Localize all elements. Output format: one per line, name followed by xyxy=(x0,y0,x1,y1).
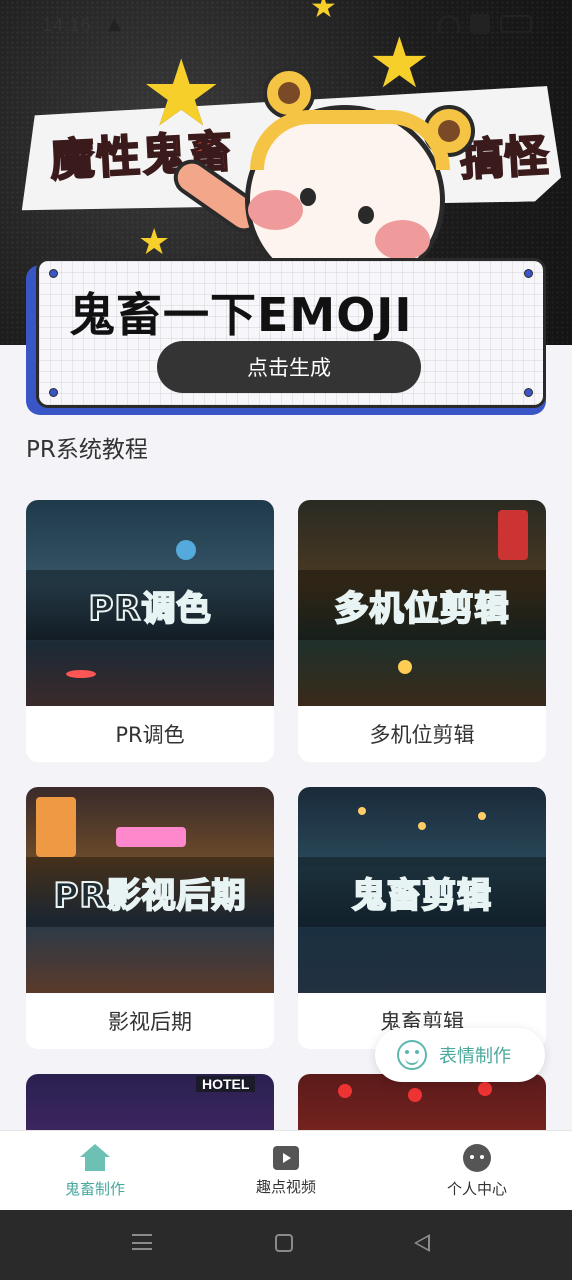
mascot-headband xyxy=(250,110,450,170)
status-bar: 14:16 ▲ xyxy=(0,0,572,50)
card-overlay-band: PR影视后期 xyxy=(26,857,274,927)
wifi-icon xyxy=(438,15,460,33)
section-title: PR系统教程 xyxy=(26,437,148,463)
mascot-eye xyxy=(300,188,316,206)
system-navbar xyxy=(0,1210,572,1280)
star-icon: ★ xyxy=(138,222,171,263)
user-icon xyxy=(463,1143,491,1172)
rivet-icon xyxy=(524,269,533,278)
card-overlay-band: 多机位剪辑 xyxy=(298,570,546,640)
emoji-generator-card: 鬼畜一下EMOJI 点击生成 xyxy=(36,258,546,408)
bottom-tabbar: 鬼畜制作 趣点视频 个人中心 xyxy=(0,1130,572,1210)
tab-profile[interactable]: 个人中心 xyxy=(382,1131,572,1211)
home-icon xyxy=(80,1143,110,1172)
rivet-icon xyxy=(49,388,58,397)
tab-label: 个人中心 xyxy=(446,1179,507,1198)
tab-label: 鬼畜制作 xyxy=(64,1179,125,1198)
card-overlay-band: PR调色 xyxy=(26,570,274,640)
tutorial-card[interactable]: PR调色 PR调色 xyxy=(26,500,274,762)
card-image: PR影视后期 xyxy=(26,787,274,993)
card-overlay-title: 鬼畜剪辑 xyxy=(351,875,492,917)
tutorial-card[interactable]: 鬼畜剪辑 鬼畜剪辑 xyxy=(298,787,546,1049)
card-overlay-title: 多机位剪辑 xyxy=(334,588,510,630)
mascot-cheek xyxy=(248,190,303,230)
sticker-make-button[interactable]: 表情制作 xyxy=(375,1028,545,1082)
mascot-eye xyxy=(358,206,374,224)
card-image: PR调色 xyxy=(26,500,274,706)
menu-icon[interactable] xyxy=(132,1234,152,1250)
tab-guichu[interactable]: 鬼畜制作 xyxy=(0,1131,190,1211)
tutorial-card[interactable]: PR影视后期 影视后期 xyxy=(26,787,274,1049)
card-label: 影视后期 xyxy=(108,1010,192,1034)
star-icon: ★ xyxy=(140,40,223,147)
card-image: 鬼畜剪辑 xyxy=(298,787,546,993)
card-overlay-title: PR影视后期 xyxy=(52,875,247,917)
rivet-icon xyxy=(49,269,58,278)
generate-button[interactable]: 点击生成 xyxy=(157,341,421,393)
video-icon xyxy=(273,1145,299,1170)
warning-icon: ▲ xyxy=(108,14,122,34)
sim-icon xyxy=(470,14,490,34)
card-label: PR调色 xyxy=(115,723,185,747)
card-overlay-title: PR调色 xyxy=(87,588,212,630)
hotel-sign: HOTEL xyxy=(196,1076,256,1092)
mascot-cheek xyxy=(375,220,430,260)
card-overlay-band: 鬼畜剪辑 xyxy=(298,857,546,927)
status-icons xyxy=(438,14,532,34)
battery-icon xyxy=(500,15,532,33)
smile-icon xyxy=(397,1040,427,1070)
status-time: 14:16 xyxy=(42,16,91,36)
emoji-title: 鬼畜一下EMOJI xyxy=(69,288,413,342)
tutorial-card[interactable]: 多机位剪辑 多机位剪辑 xyxy=(298,500,546,762)
back-icon[interactable] xyxy=(414,1234,430,1252)
card-image: 多机位剪辑 xyxy=(298,500,546,706)
tab-label: 趣点视频 xyxy=(255,1177,316,1196)
sticker-make-label: 表情制作 xyxy=(439,1046,511,1067)
tab-videos[interactable]: 趣点视频 xyxy=(191,1131,381,1211)
rivet-icon xyxy=(524,388,533,397)
card-label: 多机位剪辑 xyxy=(369,723,475,747)
home-square-icon[interactable] xyxy=(275,1234,293,1252)
